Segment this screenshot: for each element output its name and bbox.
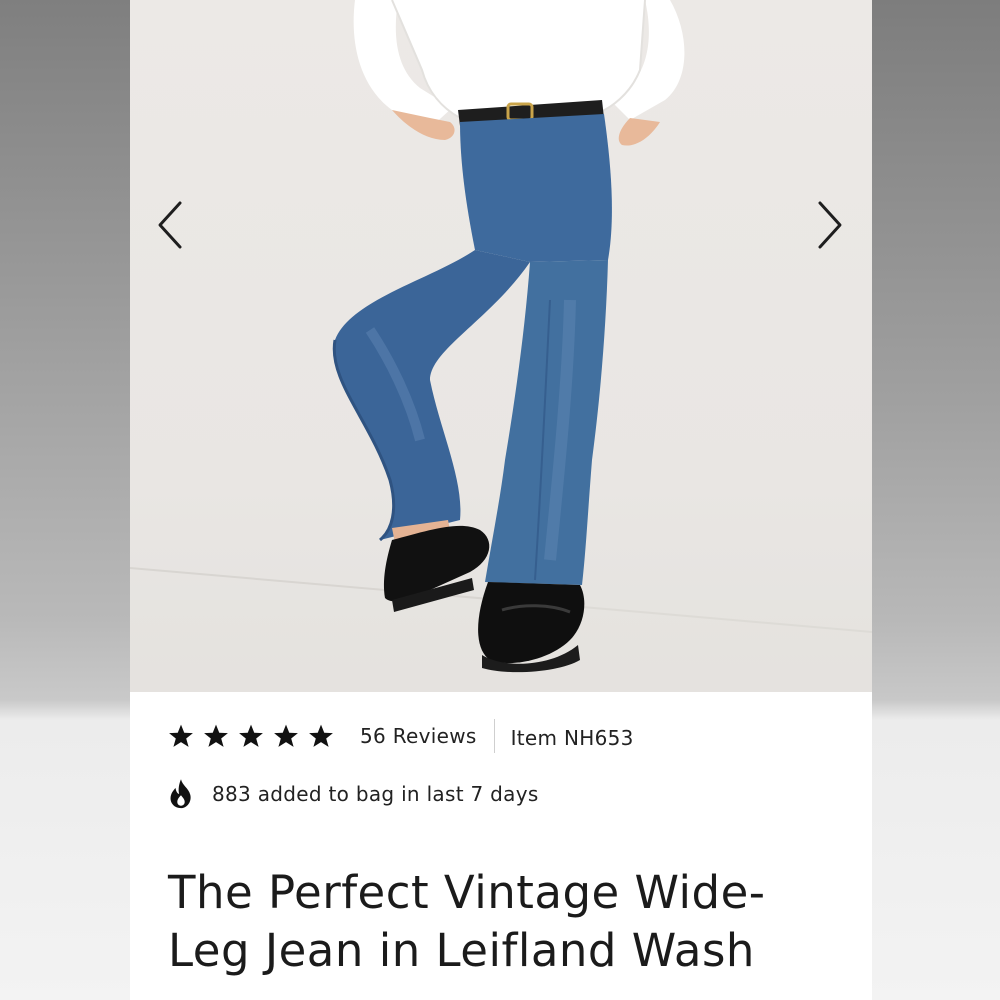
carousel-prev-button[interactable] <box>150 195 190 255</box>
popularity-notice: 883 added to bag in last 7 days <box>166 778 539 810</box>
chevron-right-icon <box>818 201 842 249</box>
flame-icon <box>170 779 191 809</box>
star-icon <box>274 724 298 747</box>
product-image <box>130 0 872 692</box>
divider <box>493 719 495 753</box>
chevron-left-icon <box>158 201 182 249</box>
star-icon <box>309 724 333 747</box>
carousel-next-button[interactable] <box>810 195 850 255</box>
right-blurred-backdrop <box>870 0 1000 1000</box>
product-page: 56 Reviews Item NH653 883 added to bag i… <box>130 0 872 1000</box>
rating-row: 56 Reviews Item NH653 <box>168 716 634 756</box>
item-number: Item NH653 <box>510 726 634 750</box>
product-image-carousel[interactable] <box>130 0 872 692</box>
reviews-link[interactable]: 56 Reviews <box>360 724 477 748</box>
star-icon <box>169 724 193 747</box>
star-icon <box>239 724 263 747</box>
star-icon <box>204 724 228 747</box>
popularity-text: 883 added to bag in last 7 days <box>212 782 539 806</box>
product-info: 56 Reviews Item NH653 883 added to bag i… <box>130 692 872 1000</box>
left-blurred-backdrop <box>0 0 130 1000</box>
product-title: The Perfect Vintage Wide-Leg Jean in Lei… <box>168 866 766 977</box>
star-rating[interactable] <box>168 723 334 749</box>
